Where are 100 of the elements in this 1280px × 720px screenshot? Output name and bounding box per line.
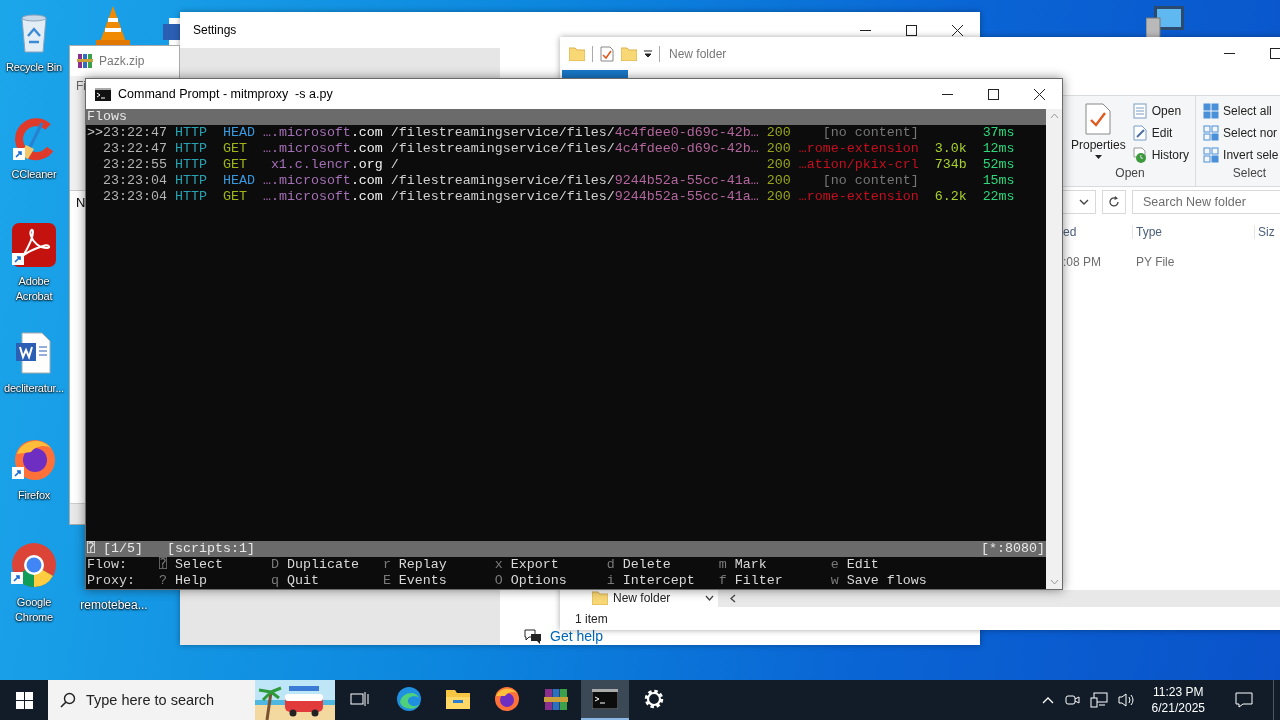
help-link[interactable]: Get help: [550, 628, 603, 644]
search-box[interactable]: Type here to search: [48, 680, 335, 720]
clock-date: 6/21/2025: [1151, 700, 1205, 716]
flow-status: 200: [766, 157, 791, 173]
window-title: Settings: [193, 23, 237, 37]
shortcut-label: Replay: [398, 557, 448, 573]
shortcut-key: ?: [158, 573, 175, 589]
menu-item[interactable]: Fi: [76, 79, 86, 93]
shortcut-key: d: [606, 557, 623, 573]
terminal-icon: [592, 689, 618, 709]
chevron-down-icon[interactable]: [705, 595, 714, 601]
properties-button[interactable]: Properties: [1071, 99, 1126, 166]
flow-host: ….microsoft.com: [262, 125, 383, 141]
flow-content-type: …ation/pkix-crl: [798, 157, 919, 173]
invert-selection-button[interactable]: Invert sele: [1203, 146, 1279, 164]
volume-icon[interactable]: [1117, 692, 1136, 708]
flow-status: 200: [766, 173, 791, 189]
network-icon[interactable]: [1089, 692, 1108, 708]
search-field[interactable]: Search New folder: [1132, 190, 1280, 214]
shortcut-key: m: [718, 557, 735, 573]
select-all-icon: [1203, 103, 1220, 119]
caret-icon: [1094, 155, 1102, 159]
icon-label: decliteratur...: [4, 381, 64, 396]
shortcut-label: Select: [174, 557, 224, 573]
flow-scheme: HTTP: [174, 173, 207, 189]
taskbar-app[interactable]: [581, 680, 629, 720]
flow-duration: 12ms: [982, 141, 1015, 157]
window-title: Command Prompt - mitmproxy -s a.py: [118, 87, 333, 101]
flow-method: HEAD: [222, 173, 255, 189]
history-button[interactable]: History: [1131, 146, 1190, 164]
maximize-icon[interactable]: [905, 24, 917, 36]
dropdown-icon[interactable]: [644, 49, 652, 58]
invert-selection-icon: [1203, 147, 1220, 163]
flow-content-type: [no content]: [821, 173, 919, 189]
properties-icon[interactable]: [600, 45, 614, 62]
pdf-app-icon: [11, 222, 57, 268]
flow-time: 23:22:47: [103, 141, 167, 157]
listen-address: [*:8080]: [981, 541, 1045, 557]
shortcut-key: E: [382, 573, 399, 589]
column-header[interactable]: Siz: [1255, 225, 1275, 239]
shortcut-label: Save flows: [846, 573, 928, 589]
camera-icon[interactable]: [1063, 692, 1080, 708]
shortcut-key: f: [718, 573, 735, 589]
window-title: New folder: [669, 46, 727, 61]
flow-time: 23:23:04: [103, 189, 167, 205]
close-icon[interactable]: [951, 24, 963, 36]
select-all-button[interactable]: Select all: [1203, 102, 1279, 120]
flow-size: 6.2k: [934, 189, 967, 204]
icon-label: Recycle Bin: [6, 60, 62, 75]
clock[interactable]: 11:23 PM 6/21/2025: [1151, 684, 1205, 716]
select-none-icon: [1203, 125, 1220, 141]
list-item[interactable]: N: [76, 195, 86, 210]
shortcut-label: Events: [398, 573, 448, 589]
flow-duration: 22ms: [982, 189, 1015, 205]
flow-content-type: [no content]: [821, 125, 919, 141]
flow-host: ….microsoft.com: [262, 173, 383, 189]
key-group-label: Proxy:: [87, 573, 136, 589]
chevron-up-icon[interactable]: [1041, 696, 1054, 704]
column-header[interactable]: Type: [1133, 225, 1255, 239]
select-none-button[interactable]: Select nor: [1203, 124, 1279, 142]
folder-icon: [445, 688, 471, 710]
help-icon: [524, 628, 542, 644]
flow-host: ….microsoft.com: [262, 141, 383, 157]
notification-icon[interactable]: [1235, 692, 1253, 708]
icon-label: remotebea...: [79, 598, 149, 612]
chevron-down-icon[interactable]: [1079, 199, 1089, 205]
refresh-button[interactable]: [1102, 190, 1126, 214]
flow-path: /filestreamingservice/files/4c4fdee0-d69c-42b…: [390, 141, 759, 157]
window-title: Pazk.zip: [99, 54, 145, 68]
open-button[interactable]: Open: [1131, 102, 1190, 120]
scroll-left-icon[interactable]: [730, 593, 736, 603]
icon-label: Firefox: [17, 488, 51, 503]
clock-time: 11:23 PM: [1153, 684, 1204, 700]
shortcut-label: Intercept: [622, 573, 696, 589]
pane-header: Flows: [87, 109, 127, 124]
flow-scheme: HTTP: [174, 189, 207, 205]
shortcut-key: O: [494, 573, 511, 589]
table-cell-text: :08 PM: [1062, 255, 1102, 269]
flow-duration: 15ms: [982, 173, 1015, 189]
shortcut-label: Export: [510, 557, 560, 573]
browser-icon: [396, 686, 422, 712]
shortcut-label: Filter: [734, 573, 784, 589]
properties-icon: [1085, 103, 1112, 135]
shortcut-label: Delete: [622, 557, 672, 573]
group-label: Open: [1114, 166, 1146, 182]
shortcut-key: D: [270, 557, 287, 573]
shortcut-label: Edit: [846, 557, 880, 573]
browser-icon: [494, 686, 520, 712]
close-icon[interactable]: [1033, 88, 1045, 100]
edit-button[interactable]: Edit: [1131, 124, 1190, 142]
flow-size: 3.0k: [934, 141, 967, 156]
tree-item[interactable]: New folder: [613, 591, 705, 605]
folder-icon: [569, 46, 585, 61]
task-view-icon: [350, 691, 370, 707]
shortcut-key: q: [270, 573, 287, 589]
shortcut-key: x: [494, 557, 511, 573]
refresh-icon: [1108, 196, 1120, 208]
flow-method: GET: [222, 157, 248, 173]
maximize-icon[interactable]: [987, 88, 999, 100]
maximize-icon[interactable]: [1269, 48, 1280, 59]
